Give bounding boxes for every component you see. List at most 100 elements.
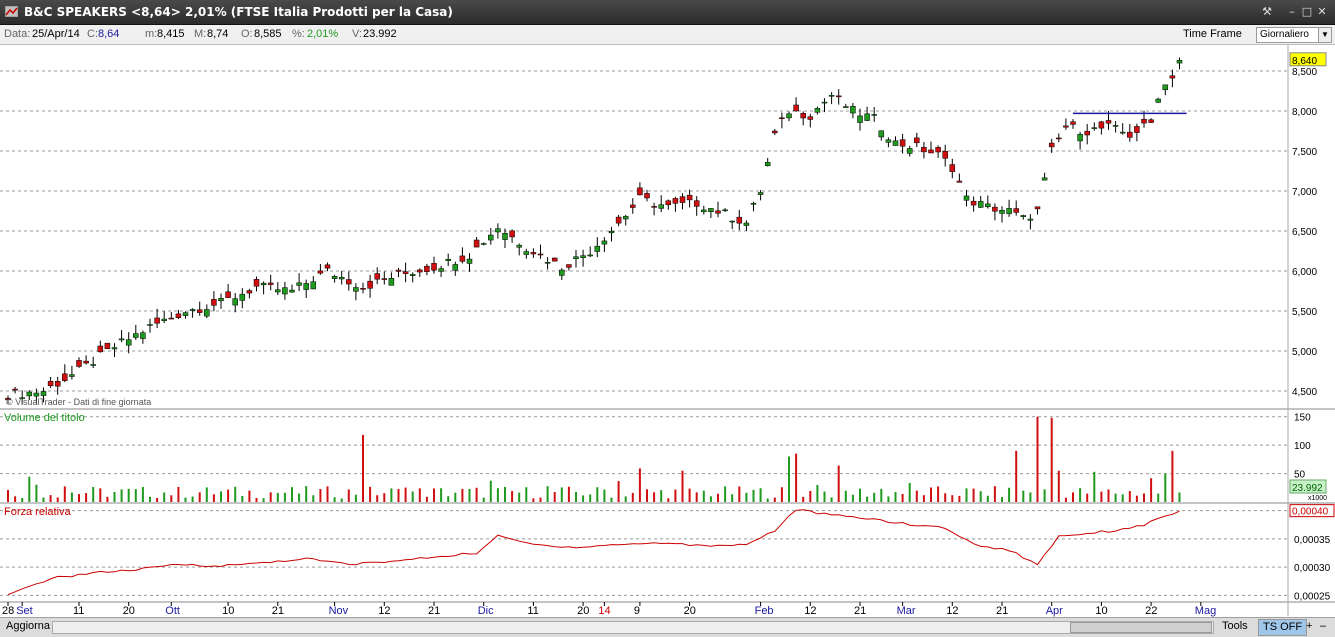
- volume-bar: [397, 488, 400, 502]
- candle-body: [601, 240, 608, 245]
- candle-body: [999, 209, 1005, 214]
- volume-bar: [1171, 450, 1174, 502]
- tools-button[interactable]: Tools: [1218, 619, 1252, 634]
- candle-body: [523, 251, 530, 255]
- volume-bar: [738, 486, 741, 502]
- time-frame-select[interactable]: Giornaliero ▼: [1256, 27, 1332, 43]
- volume-bar: [539, 497, 542, 502]
- candle-body: [438, 268, 444, 272]
- candle-body: [899, 139, 906, 147]
- volume-bar: [553, 492, 556, 502]
- x-axis-label: 21: [272, 605, 284, 617]
- candle-body: [303, 283, 309, 290]
- refresh-button[interactable]: Aggiorna: [2, 619, 54, 634]
- volume-bar: [127, 488, 130, 502]
- candle-body: [1048, 142, 1055, 148]
- x-axis-label: Apr: [1046, 605, 1063, 617]
- close-button[interactable]: ✕: [1314, 5, 1330, 19]
- candle-body: [346, 279, 352, 285]
- candle-body: [821, 101, 828, 104]
- candle-body: [409, 274, 416, 276]
- volume-bar: [376, 495, 379, 502]
- chart-area[interactable]: 8,500 8,000 7,500 7,000 6,500 6,000 5,500 5,000…: [0, 45, 1335, 617]
- volume-bar: [731, 494, 734, 502]
- info-bar: Data: 25/Apr/14 C: 8,64 m: 8,415 M: 8,74…: [0, 25, 1335, 45]
- candle-body: [665, 200, 672, 205]
- volume-bar: [1135, 495, 1138, 502]
- candle-body: [360, 287, 366, 290]
- volume-bar: [709, 496, 712, 502]
- price-tick-label: 8,000: [1292, 107, 1317, 118]
- volume-bar: [866, 496, 869, 502]
- candle-body: [495, 228, 501, 233]
- candle-body: [253, 279, 260, 287]
- candle-body: [204, 309, 210, 317]
- candle-body: [828, 95, 835, 97]
- minimize-button[interactable]: –: [1284, 5, 1300, 19]
- volume-bar: [85, 493, 88, 502]
- candle-body: [772, 130, 778, 134]
- volume-bar: [390, 488, 393, 502]
- volume-bar: [1079, 488, 1082, 502]
- ts-off-button[interactable]: TS OFF: [1258, 619, 1308, 636]
- x-axis-label: 10: [1095, 605, 1107, 617]
- candle-body: [260, 282, 267, 286]
- x-axis-label: 11: [73, 605, 84, 617]
- chevron-down-icon[interactable]: ▼: [1318, 28, 1331, 42]
- volume-bar: [1043, 489, 1046, 502]
- volume-bar: [610, 497, 613, 502]
- volume-bar: [986, 495, 989, 502]
- candle-body: [1127, 131, 1133, 138]
- candle-body: [892, 140, 899, 146]
- scrollbar-thumb[interactable]: [1070, 622, 1212, 633]
- candle-body: [864, 113, 870, 121]
- candle-body: [1070, 121, 1076, 125]
- candle-body: [814, 108, 821, 113]
- volume-bar: [468, 488, 471, 502]
- candle-body: [977, 201, 984, 208]
- candle-body: [310, 281, 317, 290]
- candle-body: [12, 388, 18, 391]
- volume-panel-title: Volume del titolo: [4, 412, 85, 424]
- horizontal-scrollbar[interactable]: [52, 621, 1214, 634]
- volume-bar: [141, 486, 144, 502]
- candle-body: [1091, 127, 1098, 129]
- volume-bar: [220, 491, 222, 502]
- volume-bar: [28, 476, 31, 502]
- candle-body: [637, 187, 643, 196]
- candle-body: [239, 293, 246, 301]
- volume-bar: [319, 489, 322, 502]
- volume-bar: [425, 496, 428, 502]
- x-axis-label: 22: [1145, 605, 1157, 617]
- candle-body: [480, 243, 487, 245]
- zoom-in-button[interactable]: +: [1302, 619, 1316, 634]
- volume-bar: [411, 491, 414, 502]
- volume-bar: [823, 491, 826, 502]
- pct-value: 2,01%: [307, 28, 339, 40]
- volume-bar: [901, 493, 904, 502]
- candle-body: [1056, 137, 1062, 140]
- volume-bar: [1150, 478, 1153, 502]
- rs-tick-label: 0,00025: [1294, 591, 1331, 602]
- candle-body: [140, 332, 146, 339]
- candle-body: [267, 282, 274, 285]
- candle-body: [111, 347, 118, 350]
- volume-bar: [1008, 487, 1011, 502]
- volume-bar: [1057, 470, 1060, 502]
- volume-bar: [575, 492, 577, 502]
- tools-icon[interactable]: ⚒: [1259, 5, 1275, 19]
- zoom-out-button[interactable]: –: [1316, 619, 1330, 634]
- candle-body: [1105, 120, 1112, 124]
- volume-bar: [638, 468, 641, 502]
- candle-body: [715, 210, 721, 214]
- volume-bar: [454, 492, 457, 502]
- x-axis-label: 21: [428, 605, 440, 617]
- candle-body: [970, 200, 977, 206]
- volume-bar: [7, 489, 9, 502]
- price-tick-label: 5,500: [1292, 307, 1317, 318]
- open-label: O:: [241, 28, 253, 40]
- candle-body: [1084, 130, 1090, 136]
- candle-body: [779, 117, 785, 119]
- candle-body: [225, 291, 231, 298]
- maximize-button[interactable]: □: [1299, 5, 1315, 19]
